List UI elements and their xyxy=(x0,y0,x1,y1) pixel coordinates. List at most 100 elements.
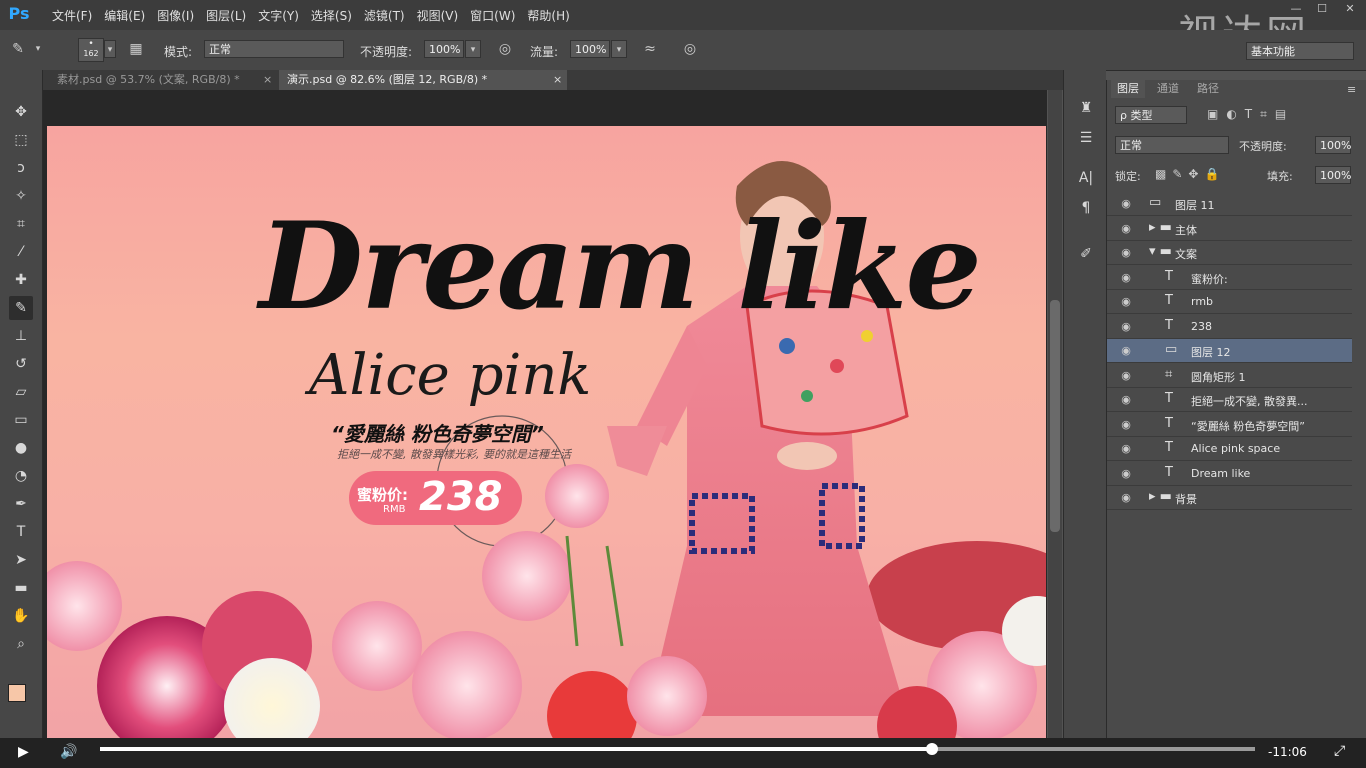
flow-input[interactable]: 100% xyxy=(570,40,610,58)
marquee-tool-icon[interactable]: ⬚ xyxy=(9,128,33,152)
layer-row[interactable]: ◉ T Dream like xyxy=(1107,462,1352,486)
pressure-size-icon[interactable]: ◎ xyxy=(680,39,700,59)
menu-view[interactable]: 视图(V) xyxy=(417,7,459,24)
maximize-icon[interactable]: ☐ xyxy=(1310,2,1334,16)
layer-row[interactable]: ◉ ▸ ▬ 背景 xyxy=(1107,486,1352,510)
layer-row[interactable]: ◉ T 238 xyxy=(1107,315,1352,339)
flow-arrow[interactable]: ▾ xyxy=(611,40,627,58)
layer-row[interactable]: ◉ Trmb xyxy=(1107,290,1352,314)
layer-row[interactable]: ◉ T 拒絕一成不變, 散發異... xyxy=(1107,388,1352,412)
visibility-eye-icon[interactable]: ◉ xyxy=(1119,442,1133,456)
progress-knob[interactable] xyxy=(926,743,938,755)
path-selection-icon[interactable]: ➤ xyxy=(9,548,33,572)
tab-layers[interactable]: 图层 xyxy=(1111,80,1145,98)
lock-icons[interactable]: ▩✎✥🔒 xyxy=(1155,167,1225,181)
shape-tool-icon[interactable]: ▬ xyxy=(9,576,33,600)
menu-window[interactable]: 窗口(W) xyxy=(470,7,515,24)
layer-row[interactable]: ◉ ▸ ▬ 主体 xyxy=(1107,217,1352,241)
visibility-eye-icon[interactable]: ◉ xyxy=(1119,369,1133,383)
workspace-select[interactable]: 基本功能 xyxy=(1246,42,1354,60)
move-tool-icon[interactable]: ✥ xyxy=(9,100,33,124)
chevron-down-icon[interactable]: ▾ xyxy=(28,39,48,59)
foreground-color-swatch[interactable] xyxy=(8,684,26,702)
close-icon[interactable]: ✕ xyxy=(1338,2,1362,16)
menu-help[interactable]: 帮助(H) xyxy=(527,7,569,24)
visibility-eye-icon[interactable]: ◉ xyxy=(1119,246,1133,260)
menu-image[interactable]: 图像(I) xyxy=(157,7,194,24)
visibility-eye-icon[interactable]: ◉ xyxy=(1119,222,1133,236)
menu-select[interactable]: 选择(S) xyxy=(311,7,352,24)
layer-filter-select[interactable]: ρ 类型 xyxy=(1115,106,1187,124)
play-icon[interactable]: ▶ xyxy=(18,744,29,760)
adjustments-panel-icon[interactable]: ☰ xyxy=(1074,126,1098,150)
menu-edit[interactable]: 编辑(E) xyxy=(104,7,145,24)
blur-tool-icon[interactable]: ● xyxy=(9,436,33,460)
dodge-tool-icon[interactable]: ◔ xyxy=(9,464,33,488)
layer-opacity-input[interactable]: 100% xyxy=(1315,136,1351,154)
eyedropper-icon[interactable]: ⁄ xyxy=(9,240,33,264)
brush-preset-picker[interactable]: • 162 xyxy=(78,38,104,62)
pressure-opacity-icon[interactable]: ◎ xyxy=(495,39,515,59)
layer-row[interactable]: ◉ T “愛麗絲 粉色奇夢空間” xyxy=(1107,413,1352,437)
visibility-eye-icon[interactable]: ◉ xyxy=(1119,393,1133,407)
menu-layer[interactable]: 图层(L) xyxy=(206,7,246,24)
stamp-tool-icon[interactable]: ⊥ xyxy=(9,324,33,348)
visibility-eye-icon[interactable]: ◉ xyxy=(1119,344,1133,358)
history-brush-icon[interactable]: ↺ xyxy=(9,352,33,376)
history-panel-icon[interactable]: ♜ xyxy=(1074,96,1098,120)
crop-tool-icon[interactable]: ⌗ xyxy=(9,212,33,236)
character-panel-icon[interactable]: A| xyxy=(1074,166,1098,190)
zoom-tool-icon[interactable]: ⌕ xyxy=(9,632,33,656)
layer-row[interactable]: ◉ ▭ 图层 11 xyxy=(1107,192,1352,216)
lasso-tool-icon[interactable]: ↄ xyxy=(9,156,33,180)
visibility-eye-icon[interactable]: ◉ xyxy=(1119,418,1133,432)
tab-sucai[interactable]: 素材.psd @ 53.7% (文案, RGB/8) * xyxy=(49,70,277,90)
visibility-eye-icon[interactable]: ◉ xyxy=(1119,491,1133,505)
layer-row[interactable]: ◉ T 蜜粉价: xyxy=(1107,266,1352,290)
layer-row[interactable]: ◉ ▭ 图层 12 xyxy=(1107,339,1352,363)
document-canvas[interactable]: Dream like Alice pink “愛麗絲 粉色奇夢空間” 拒絕一成不… xyxy=(47,126,1046,738)
visibility-eye-icon[interactable]: ◉ xyxy=(1119,295,1133,309)
visibility-eye-icon[interactable]: ◉ xyxy=(1119,271,1133,285)
menu-type[interactable]: 文字(Y) xyxy=(258,7,299,24)
mode-select[interactable]: 正常 xyxy=(204,40,344,58)
eraser-tool-icon[interactable]: ▱ xyxy=(9,380,33,404)
brush-preset-arrow[interactable]: ▾ xyxy=(104,40,116,58)
mode-label: 模式: xyxy=(164,45,193,59)
visibility-eye-icon[interactable]: ◉ xyxy=(1119,197,1133,211)
opacity-arrow[interactable]: ▾ xyxy=(465,40,481,58)
layer-row[interactable]: ◉ T Alice pink space xyxy=(1107,437,1352,461)
layer-row[interactable]: ◉ ▾ ▬ 文案 xyxy=(1107,241,1352,265)
tab-close-icon[interactable]: × xyxy=(263,73,272,86)
tab-channels[interactable]: 通道 xyxy=(1151,80,1185,98)
brush-panel-icon[interactable]: ▦ xyxy=(126,39,146,59)
hand-tool-icon[interactable]: ✋ xyxy=(9,604,33,628)
menu-file[interactable]: 文件(F) xyxy=(52,7,92,24)
magic-wand-icon[interactable]: ✧ xyxy=(9,184,33,208)
panel-menu-icon[interactable]: ≡ xyxy=(1347,83,1356,96)
volume-icon[interactable]: 🔊 xyxy=(60,744,77,760)
healing-brush-icon[interactable]: ✚ xyxy=(9,268,33,292)
tab-close-icon[interactable]: × xyxy=(553,73,562,86)
brush-tool-icon[interactable]: ✎ xyxy=(8,39,28,59)
visibility-eye-icon[interactable]: ◉ xyxy=(1119,320,1133,334)
paragraph-panel-icon[interactable]: ¶ xyxy=(1074,196,1098,220)
opacity-input[interactable]: 100% xyxy=(424,40,464,58)
airbrush-icon[interactable]: ≈ xyxy=(640,39,660,59)
blend-mode-select[interactable]: 正常 xyxy=(1115,136,1229,154)
tab-yanshi[interactable]: 演示.psd @ 82.6% (图层 12, RGB/8) * xyxy=(279,70,567,90)
pen-tool-icon[interactable]: ✒ xyxy=(9,492,33,516)
fill-input[interactable]: 100% xyxy=(1315,166,1351,184)
canvas-scrollbar-thumb[interactable] xyxy=(1050,300,1060,532)
brush-tool-icon[interactable]: ✎ xyxy=(9,296,33,320)
minimize-icon[interactable]: — xyxy=(1284,2,1308,16)
type-tool-icon[interactable]: T xyxy=(9,520,33,544)
gradient-tool-icon[interactable]: ▭ xyxy=(9,408,33,432)
brush-presets-icon[interactable]: ✐ xyxy=(1074,242,1098,266)
visibility-eye-icon[interactable]: ◉ xyxy=(1119,467,1133,481)
tab-paths[interactable]: 路径 xyxy=(1191,80,1225,98)
fullscreen-icon[interactable]: ⤢ xyxy=(1334,743,1345,759)
menu-filter[interactable]: 滤镜(T) xyxy=(364,7,405,24)
filter-icons[interactable]: ▣◐T⌗▤ xyxy=(1207,107,1294,122)
layer-row[interactable]: ◉ ⌗ 圆角矩形 1 xyxy=(1107,364,1352,388)
